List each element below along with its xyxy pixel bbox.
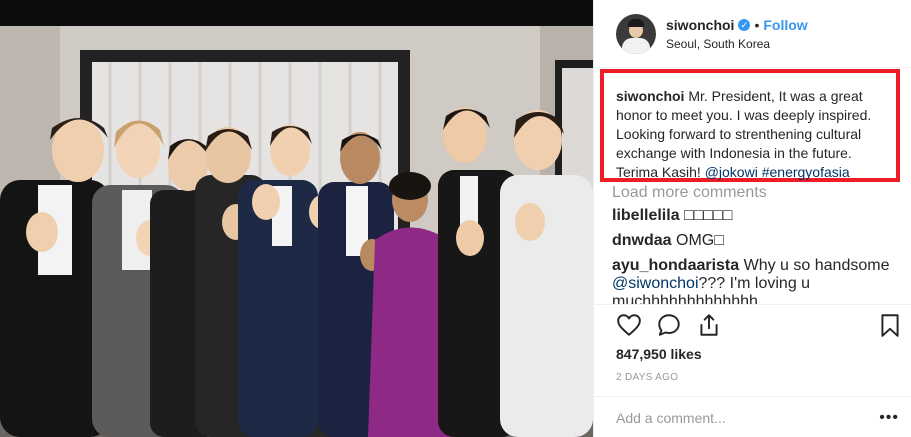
share-icon[interactable] (696, 312, 722, 338)
comment-item: ayu_hondaarista Why u so handsome @siwon… (612, 257, 902, 304)
comment-text: Why u so handsome (743, 257, 890, 274)
avatar-body-shape (622, 37, 650, 54)
add-comment-input[interactable]: Add a comment... (616, 410, 726, 426)
actions-divider (594, 304, 911, 305)
comment-item: dnwdaa OMG□ (612, 232, 902, 250)
separator-dot: • (754, 16, 760, 33)
comment-text: □□□□□ (684, 207, 733, 224)
post-side-panel: siwonchoi ✓ • Follow Seoul, South Korea … (593, 0, 911, 437)
username-link[interactable]: siwonchoi (666, 17, 734, 33)
header-divider (594, 67, 911, 68)
verified-badge-icon: ✓ (738, 18, 751, 31)
more-options-icon[interactable]: ••• (879, 409, 899, 427)
post-date[interactable]: 2 DAYS AGO (616, 372, 678, 383)
avatar[interactable] (616, 13, 656, 54)
comment-bubble-icon[interactable] (656, 312, 682, 338)
follow-button[interactable]: Follow (763, 17, 807, 33)
header-text: siwonchoi ✓ • Follow Seoul, South Korea (666, 17, 808, 51)
instagram-post: siwonchoi ✓ • Follow Seoul, South Korea … (0, 0, 911, 437)
heart-icon[interactable] (616, 312, 642, 338)
location-link[interactable]: Seoul, South Korea (666, 37, 808, 51)
comment-text: OMG□ (676, 232, 724, 249)
likes-count[interactable]: 847,950 likes (616, 346, 702, 362)
avatar-hair-shape (628, 18, 644, 27)
comment-username-link[interactable]: dnwdaa (612, 232, 672, 249)
caption-mention-link[interactable]: @jokowi (705, 164, 758, 180)
comment-item: libellelila □□□□□ (612, 207, 902, 225)
header-row: siwonchoi ✓ • Follow (666, 17, 808, 33)
post-header: siwonchoi ✓ • Follow Seoul, South Korea (594, 0, 911, 67)
caption-highlight-box: siwonchoi Mr. President, It was a great … (600, 69, 900, 182)
caption-username-link[interactable]: siwonchoi (616, 88, 684, 104)
comment-input-divider (594, 396, 911, 397)
load-more-comments-button[interactable]: Load more comments (612, 184, 902, 202)
bookmark-icon[interactable] (877, 312, 903, 338)
comment-username-link[interactable]: libellelila (612, 207, 680, 224)
comment-mention-link[interactable]: @siwonchoi (612, 275, 699, 292)
caption-hashtag-link[interactable]: #energyofasia (762, 164, 850, 180)
comment-username-link[interactable]: ayu_hondaarista (612, 257, 739, 274)
post-photo[interactable] (0, 0, 593, 437)
group-photo-illustration (0, 0, 593, 437)
comments-list: Load more comments libellelila □□□□□ dnw… (612, 184, 902, 304)
action-bar (616, 312, 722, 338)
